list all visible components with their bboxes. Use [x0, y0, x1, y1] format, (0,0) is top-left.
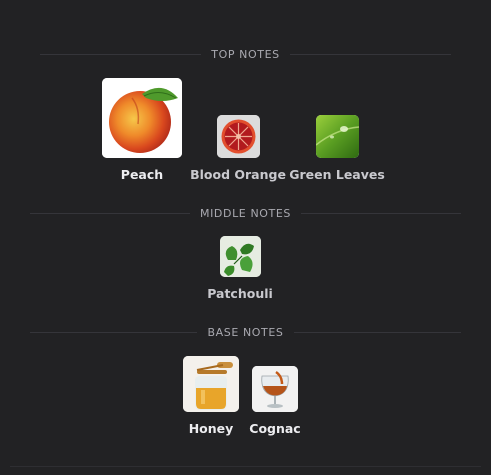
- patchouli-image[interactable]: [219, 236, 261, 277]
- note-label: Blood Orange: [190, 167, 286, 182]
- note-label: Patchouli: [207, 286, 273, 301]
- bottom-divider: [10, 466, 481, 467]
- note-label: Green Leaves: [289, 167, 385, 182]
- note-honey[interactable]: Honey: [171, 356, 251, 436]
- blood-orange-image[interactable]: [216, 115, 260, 158]
- note-green-leaves[interactable]: Green Leaves: [289, 115, 385, 182]
- note-cognac[interactable]: Cognac: [245, 366, 305, 436]
- section-title: BASE NOTES: [197, 325, 294, 339]
- middle-notes-header: MIDDLE NOTES: [0, 205, 491, 221]
- base-notes-header: BASE NOTES: [0, 324, 491, 340]
- section-title: TOP NOTES: [201, 47, 290, 61]
- cognac-image[interactable]: [252, 366, 298, 412]
- note-patchouli[interactable]: Patchouli: [200, 236, 280, 301]
- peach-image[interactable]: [102, 78, 182, 158]
- fragrance-notes-panel: TOP NOTES Peach Blood Orange Green Leave…: [0, 0, 491, 475]
- note-blood-orange[interactable]: Blood Orange: [190, 115, 286, 182]
- note-peach[interactable]: Peach: [102, 78, 182, 182]
- note-label: Cognac: [249, 421, 301, 436]
- section-title: MIDDLE NOTES: [190, 206, 301, 220]
- green-leaves-image[interactable]: [315, 115, 359, 158]
- note-label: Peach: [120, 167, 164, 182]
- honey-image[interactable]: [183, 356, 239, 412]
- note-label: Honey: [188, 421, 234, 436]
- top-notes-header: TOP NOTES: [0, 46, 491, 62]
